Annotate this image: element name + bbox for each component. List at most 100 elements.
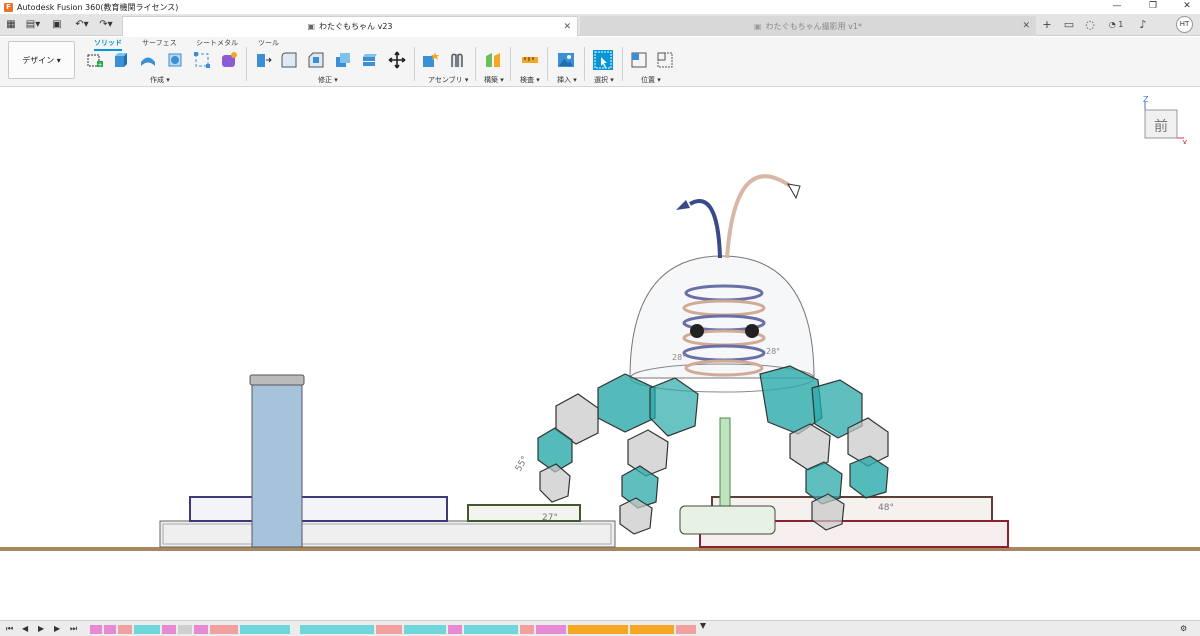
- view-cube[interactable]: Z X 前: [1138, 94, 1188, 148]
- extrude-icon[interactable]: [112, 51, 130, 69]
- group-separator: [547, 47, 548, 81]
- dim-right-angle[interactable]: 48°: [878, 503, 894, 513]
- x-label: X: [1182, 139, 1188, 144]
- group-separator: [414, 47, 415, 81]
- timeline-bar: ⏮ ◀ ▶ ▶ ⏭ ⚙: [0, 620, 1200, 636]
- tab-label: わたぐもちゃん撮影用 v1*: [765, 21, 862, 31]
- app-title: Autodesk Fusion 360(教育機関ライセンス): [17, 2, 179, 12]
- tab-tools[interactable]: ツール: [258, 38, 279, 48]
- create-sketch-icon[interactable]: +: [86, 51, 104, 69]
- revert-position-icon[interactable]: [656, 51, 674, 69]
- move-icon[interactable]: [388, 51, 406, 69]
- book-top-left: [189, 496, 448, 522]
- form-icon[interactable]: [220, 51, 238, 69]
- book-middle: [467, 504, 581, 522]
- chat-icon[interactable]: ▭: [1060, 17, 1078, 33]
- redo-icon[interactable]: ↷▾: [96, 17, 116, 33]
- stand-pole: [719, 417, 731, 509]
- tumbler-cap: [249, 374, 305, 386]
- add-tab-icon[interactable]: +: [1038, 17, 1056, 33]
- timeline-features[interactable]: [88, 623, 708, 635]
- antenna-right: [725, 174, 792, 259]
- dim-left-angle[interactable]: 55°: [514, 455, 531, 474]
- title-bar: F Autodesk Fusion 360(教育機関ライセンス) — ❐ ✕: [0, 0, 1200, 14]
- group-separator: [584, 47, 585, 81]
- job-status[interactable]: ◔ 1: [1104, 17, 1128, 33]
- group-select-label[interactable]: 選択 ▾: [594, 75, 614, 85]
- go-to-end-icon[interactable]: ⏭: [70, 624, 77, 634]
- group-separator: [246, 47, 247, 81]
- user-avatar[interactable]: HT: [1176, 16, 1193, 33]
- timeline-settings-icon[interactable]: ⚙: [1180, 624, 1187, 633]
- dim-head-left[interactable]: 28°: [672, 353, 686, 362]
- pattern-icon[interactable]: [193, 51, 211, 69]
- left-eye: [690, 324, 704, 338]
- capture-position-icon[interactable]: [630, 51, 648, 69]
- z-label: Z: [1143, 95, 1149, 104]
- new-component-icon[interactable]: [421, 51, 439, 69]
- tab-sheet-metal[interactable]: シートメタル: [196, 38, 238, 48]
- group-separator: [622, 47, 623, 81]
- svg-text:+: +: [97, 62, 102, 69]
- select-icon[interactable]: [592, 49, 614, 71]
- group-separator: [510, 47, 511, 81]
- restore-icon[interactable]: ❐: [1142, 1, 1164, 11]
- fillet-icon[interactable]: [280, 51, 298, 69]
- go-to-start-icon[interactable]: ⏮: [6, 624, 13, 634]
- job-count: 1: [1118, 20, 1124, 29]
- tab-document-inactive[interactable]: ▣ わたぐもちゃん撮影用 v1* ✕: [580, 16, 1036, 36]
- grid-icon[interactable]: ▦: [4, 17, 18, 33]
- close-tab-icon[interactable]: ✕: [563, 22, 571, 32]
- close-icon[interactable]: ✕: [1176, 1, 1198, 11]
- tab-surface[interactable]: サーフェス: [142, 38, 177, 48]
- step-forward-icon[interactable]: ▶: [54, 624, 60, 633]
- group-inspect-label[interactable]: 検査 ▾: [520, 75, 540, 85]
- group-assemble-label[interactable]: アセンブリ ▾: [428, 75, 468, 85]
- insert-image-icon[interactable]: [557, 51, 575, 69]
- dim-bottom[interactable]: 27°: [542, 513, 558, 523]
- stand-base: [679, 505, 776, 535]
- tab-label: わたぐもちゃん v23: [319, 22, 393, 31]
- dim-head-right[interactable]: 28°: [766, 347, 780, 356]
- antenna-left: [689, 199, 722, 259]
- group-construct-label[interactable]: 構築 ▾: [484, 75, 504, 85]
- ground-shelf: [0, 547, 1200, 551]
- sync-icon[interactable]: ◌: [1081, 17, 1099, 33]
- tab-solid[interactable]: ソリッド: [94, 38, 122, 51]
- fusion-logo-icon: F: [4, 2, 13, 12]
- model-scene: 55° 27° 48° 28° 28°: [0, 174, 1200, 551]
- offset-plane-icon[interactable]: [484, 51, 502, 69]
- undo-icon[interactable]: ↶▾: [72, 17, 92, 33]
- group-insert-label[interactable]: 挿入 ▾: [557, 75, 577, 85]
- revolve-icon[interactable]: [139, 51, 157, 69]
- close-tab-icon[interactable]: ✕: [1022, 21, 1030, 31]
- chamfer-icon[interactable]: [307, 51, 325, 69]
- shell-icon[interactable]: [334, 51, 352, 69]
- file-icon[interactable]: ▤▾: [24, 17, 42, 33]
- component-icon: ▣: [307, 22, 316, 31]
- tumbler-body: [251, 376, 303, 548]
- toolbar-ribbon: デザイン ▾ ソリッド サーフェス シートメタル ツール + 作成 ▾ 修正 ▾…: [0, 37, 1200, 87]
- tab-document-active[interactable]: ▣ わたぐもちゃん v23 ✕: [122, 16, 578, 36]
- step-back-icon[interactable]: ◀: [22, 624, 28, 633]
- group-separator: [475, 47, 476, 81]
- group-modify-label[interactable]: 修正 ▾: [318, 75, 338, 85]
- combine-icon[interactable]: [361, 51, 379, 69]
- press-pull-icon[interactable]: [254, 51, 272, 69]
- component-icon: ▣: [754, 21, 762, 31]
- play-icon[interactable]: ▶: [38, 624, 44, 633]
- 3d-viewport[interactable]: 55° 27° 48° 28° 28°: [0, 88, 1200, 620]
- book-bottom-left: [159, 520, 616, 548]
- bell-icon[interactable]: ♪: [1134, 17, 1152, 33]
- minimize-icon[interactable]: —: [1106, 1, 1128, 11]
- view-cube-label: 前: [1154, 118, 1168, 135]
- antenna-tip-right: [787, 183, 801, 200]
- measure-icon[interactable]: [521, 51, 539, 69]
- group-create-label[interactable]: 作成 ▾: [150, 75, 170, 85]
- sweep-icon[interactable]: [166, 51, 184, 69]
- antenna-tip-left: [676, 200, 690, 210]
- group-position-label[interactable]: 位置 ▾: [641, 75, 661, 85]
- workspace-switcher[interactable]: デザイン ▾: [8, 41, 75, 79]
- joint-icon[interactable]: [448, 51, 466, 69]
- save-icon[interactable]: ▣: [50, 17, 64, 33]
